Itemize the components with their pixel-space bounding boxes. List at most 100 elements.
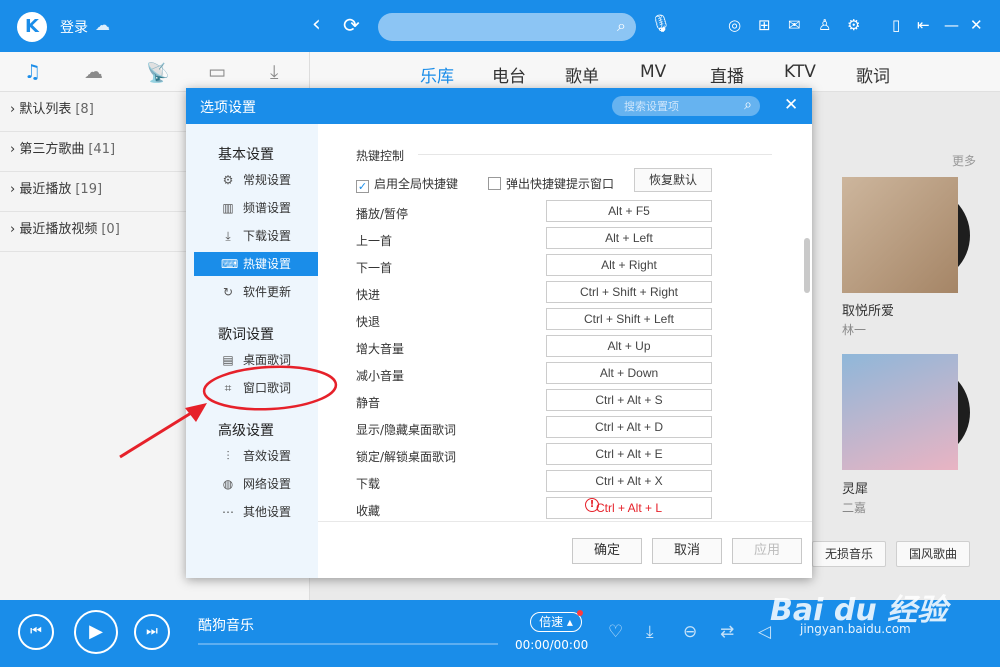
- scrollbar[interactable]: [804, 238, 810, 293]
- nav-download[interactable]: ⤓ 下载设置: [194, 224, 318, 248]
- download-icon[interactable]: ⤓: [270, 61, 278, 83]
- album-artist[interactable]: 二嘉: [842, 499, 866, 516]
- skin-icon[interactable]: ♙: [818, 16, 831, 34]
- time-display: 00:00/00:00: [515, 638, 589, 652]
- keyboard-icon: ⌨: [221, 257, 239, 271]
- enable-global-hotkeys-checkbox[interactable]: ✓ 启用全局快捷键: [356, 175, 458, 193]
- nav-update[interactable]: ↻ 软件更新: [194, 280, 318, 304]
- hotkey-field[interactable]: Ctrl + Shift + Left: [546, 308, 712, 330]
- close-icon[interactable]: ✕: [970, 16, 983, 34]
- hotkey-label: 静音: [356, 396, 381, 410]
- nav-desktop-lyrics[interactable]: ▤ 桌面歌词: [194, 348, 318, 372]
- popup-hint-checkbox[interactable]: 弹出快捷键提示窗口: [488, 175, 614, 192]
- search-icon[interactable]: ⌕: [744, 97, 752, 113]
- tab-ktv[interactable]: KTV: [784, 62, 816, 82]
- checkbox-checked-icon[interactable]: ✓: [356, 180, 369, 193]
- update-icon: ↻: [222, 285, 234, 299]
- progress-bar[interactable]: [198, 643, 498, 645]
- play-icon[interactable]: ▶: [74, 610, 118, 654]
- radio-icon[interactable]: 📡: [146, 61, 170, 84]
- nav-spectrum[interactable]: ▥ 频谱设置: [194, 196, 318, 220]
- search-icon[interactable]: ⌕: [617, 16, 626, 36]
- more-link[interactable]: 更多: [952, 152, 976, 169]
- device-icon[interactable]: ▭: [208, 61, 226, 83]
- section-title: 热键控制: [356, 149, 405, 163]
- hotkey-field[interactable]: Alt + Right: [546, 254, 712, 276]
- tab-mv[interactable]: MV: [640, 62, 666, 82]
- hotkey-field[interactable]: Ctrl + Shift + Right: [546, 281, 712, 303]
- download-icon[interactable]: ⤓: [646, 622, 654, 642]
- hotkey-field[interactable]: Ctrl + Alt + E: [546, 443, 712, 465]
- tab-lyrics[interactable]: 歌词: [856, 62, 890, 87]
- hotkey-label: 下载: [356, 477, 381, 491]
- hotkey-field[interactable]: Ctrl + Alt + S: [546, 389, 712, 411]
- album-cover[interactable]: [842, 177, 958, 293]
- search-input[interactable]: ⌕: [378, 13, 636, 41]
- album-artist[interactable]: 林一: [842, 321, 866, 338]
- back-icon[interactable]: ‹: [312, 12, 321, 37]
- apps-icon[interactable]: ⊞: [758, 16, 771, 34]
- tab-live[interactable]: 直播: [710, 62, 744, 87]
- settings-icon[interactable]: ⚙: [847, 16, 860, 34]
- tag-guofeng[interactable]: 国风歌曲: [896, 541, 971, 567]
- next-icon[interactable]: ⏭: [134, 614, 170, 650]
- tab-library[interactable]: 乐库: [420, 62, 454, 87]
- mic-icon[interactable]: 🎙: [650, 14, 672, 34]
- hotkey-field[interactable]: Alt + Down: [546, 362, 712, 384]
- hotkey-label: 锁定/解锁桌面歌词: [356, 450, 457, 464]
- music-icon[interactable]: ♫: [24, 61, 41, 83]
- album-cover[interactable]: [842, 354, 958, 470]
- speed-button[interactable]: 倍速 ▴: [530, 612, 582, 632]
- nav-window-lyrics[interactable]: ⌗ 窗口歌词: [194, 376, 318, 400]
- hotkey-field-conflict[interactable]: Ctrl + Alt + L: [546, 497, 712, 519]
- dock-icon[interactable]: ⇤: [917, 16, 930, 34]
- hotkey-field[interactable]: Alt + F5: [546, 200, 712, 222]
- hotkey-panel: 热键控制 ✓ 启用全局快捷键 弹出快捷键提示窗口 恢复默认 播放/暂停 Alt +…: [318, 124, 812, 578]
- settings-search[interactable]: ⌕: [612, 96, 760, 116]
- hotkey-label: 显示/隐藏桌面歌词: [356, 423, 457, 437]
- apply-button[interactable]: 应用: [732, 538, 802, 564]
- mini-mode-icon[interactable]: ▯: [892, 16, 900, 34]
- group-basic: 基本设置: [218, 147, 274, 163]
- restore-defaults-button[interactable]: 恢复默认: [634, 168, 712, 192]
- hotkey-label: 减小音量: [356, 369, 405, 383]
- hotkey-field[interactable]: Alt + Up: [546, 335, 712, 357]
- minus-icon[interactable]: ⊖: [683, 622, 697, 642]
- minimize-icon[interactable]: —: [944, 16, 959, 34]
- sound-effect-icon: ⫶: [226, 449, 230, 463]
- warning-icon[interactable]: !: [585, 498, 599, 512]
- hotkey-field[interactable]: Ctrl + Alt + D: [546, 416, 712, 438]
- settings-search-input[interactable]: [624, 98, 734, 114]
- checkbox-unchecked-icon[interactable]: [488, 177, 501, 190]
- close-icon[interactable]: ✕: [784, 95, 798, 115]
- nav-general[interactable]: ⚙ 常规设置: [194, 168, 318, 192]
- cloud-icon[interactable]: ☁: [95, 16, 110, 34]
- hotkey-field[interactable]: Alt + Left: [546, 227, 712, 249]
- prev-icon[interactable]: ⏮: [18, 614, 54, 650]
- nav-other[interactable]: ⋯ 其他设置: [194, 500, 318, 524]
- download-icon: ⤓: [225, 229, 231, 243]
- hotkey-field[interactable]: Ctrl + Alt + X: [546, 470, 712, 492]
- target-icon[interactable]: ◎: [728, 16, 741, 34]
- cancel-button[interactable]: 取消: [652, 538, 722, 564]
- album-title[interactable]: 取悦所爱: [842, 300, 894, 319]
- footer-divider: [318, 521, 812, 522]
- ok-button[interactable]: 确定: [572, 538, 642, 564]
- main-tabs: 乐库 电台 歌单 MV 直播 KTV 歌词: [310, 52, 1000, 92]
- song-title: 酷狗音乐: [198, 618, 254, 634]
- kugou-logo[interactable]: K: [17, 12, 47, 42]
- hotkey-label: 增大音量: [356, 342, 405, 356]
- nav-hotkeys[interactable]: ⌨ 热键设置: [194, 252, 318, 276]
- tab-radio[interactable]: 电台: [492, 62, 526, 87]
- refresh-icon[interactable]: ⟳: [343, 13, 360, 37]
- tab-playlists[interactable]: 歌单: [565, 62, 599, 87]
- nav-sound-effects[interactable]: ⫶ 音效设置: [194, 444, 318, 468]
- tag-lossless[interactable]: 无损音乐: [812, 541, 887, 567]
- nav-network[interactable]: ◍ 网络设置: [194, 472, 318, 496]
- album-title[interactable]: 灵犀: [842, 478, 868, 497]
- cloud-icon[interactable]: ☁: [84, 61, 103, 83]
- heart-icon[interactable]: ♡: [608, 622, 623, 642]
- mail-icon[interactable]: ✉: [788, 16, 801, 34]
- login-link[interactable]: 登录: [60, 17, 88, 37]
- loop-icon[interactable]: ⇄: [720, 622, 734, 642]
